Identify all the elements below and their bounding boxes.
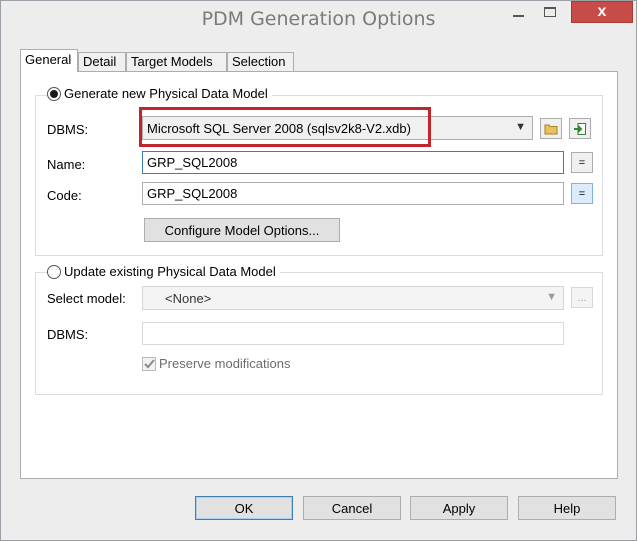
open-file-button[interactable] bbox=[540, 118, 562, 139]
existing-dbms-field[interactable] bbox=[142, 322, 564, 345]
generate-new-label: Generate new Physical Data Model bbox=[64, 86, 268, 101]
close-icon: x bbox=[597, 3, 607, 20]
maximize-button[interactable] bbox=[535, 1, 565, 23]
minimize-button[interactable] bbox=[503, 1, 533, 23]
radio-button-checked[interactable] bbox=[47, 86, 61, 101]
browse-model-button[interactable]: ... bbox=[571, 287, 593, 308]
help-button[interactable]: Help bbox=[518, 496, 616, 520]
name-label: Name: bbox=[47, 157, 86, 172]
generate-new-radio[interactable]: Generate new Physical Data Model bbox=[47, 86, 272, 101]
dbms-label: DBMS: bbox=[47, 122, 89, 137]
maximize-icon bbox=[544, 7, 556, 17]
chevron-down-icon: ▼ bbox=[515, 121, 526, 133]
checkbox-checked[interactable] bbox=[142, 356, 156, 371]
dialog-window: PDM Generation Options x General Detail … bbox=[0, 0, 637, 541]
update-existing-label: Update existing Physical Data Model bbox=[64, 264, 276, 279]
name-equals-button[interactable]: = bbox=[571, 152, 593, 173]
tab-general[interactable]: General bbox=[20, 49, 78, 72]
select-model-value: <None> bbox=[165, 290, 212, 306]
preserve-modifications-label: Preserve modifications bbox=[159, 356, 291, 371]
select-model-label: Select model: bbox=[47, 291, 126, 306]
annotation-highlight-box bbox=[139, 107, 431, 147]
ok-button[interactable]: OK bbox=[195, 496, 293, 520]
code-input[interactable]: GRP_SQL2008 bbox=[142, 182, 564, 205]
preserve-modifications-checkbox[interactable]: Preserve modifications bbox=[142, 356, 291, 371]
import-arrow-icon bbox=[574, 122, 586, 135]
minimize-icon bbox=[512, 15, 524, 17]
existing-dbms-label: DBMS: bbox=[47, 327, 89, 342]
checkmark-icon bbox=[143, 358, 155, 368]
code-label: Code: bbox=[47, 188, 82, 203]
close-button[interactable]: x bbox=[571, 1, 633, 23]
general-tab-panel: Generate new Physical Data Model DBMS: M… bbox=[20, 71, 618, 479]
update-existing-radio[interactable]: Update existing Physical Data Model bbox=[47, 264, 280, 279]
folder-icon bbox=[544, 124, 558, 134]
radio-button-unchecked[interactable] bbox=[47, 264, 61, 279]
import-button[interactable] bbox=[569, 118, 591, 139]
apply-button[interactable]: Apply bbox=[410, 496, 508, 520]
title-bar: PDM Generation Options x bbox=[1, 1, 636, 39]
chevron-down-icon: ▼ bbox=[546, 291, 557, 303]
configure-model-options-button[interactable]: Configure Model Options... bbox=[144, 218, 340, 242]
tab-target-models[interactable]: Target Models bbox=[126, 52, 227, 71]
code-equals-button[interactable]: = bbox=[571, 183, 593, 204]
tab-detail[interactable]: Detail bbox=[78, 52, 126, 71]
select-model-dropdown[interactable]: <None> ▼ bbox=[142, 286, 564, 310]
cancel-button[interactable]: Cancel bbox=[303, 496, 401, 520]
tab-selection[interactable]: Selection bbox=[227, 52, 294, 71]
name-input[interactable]: GRP_SQL2008 bbox=[142, 151, 564, 174]
